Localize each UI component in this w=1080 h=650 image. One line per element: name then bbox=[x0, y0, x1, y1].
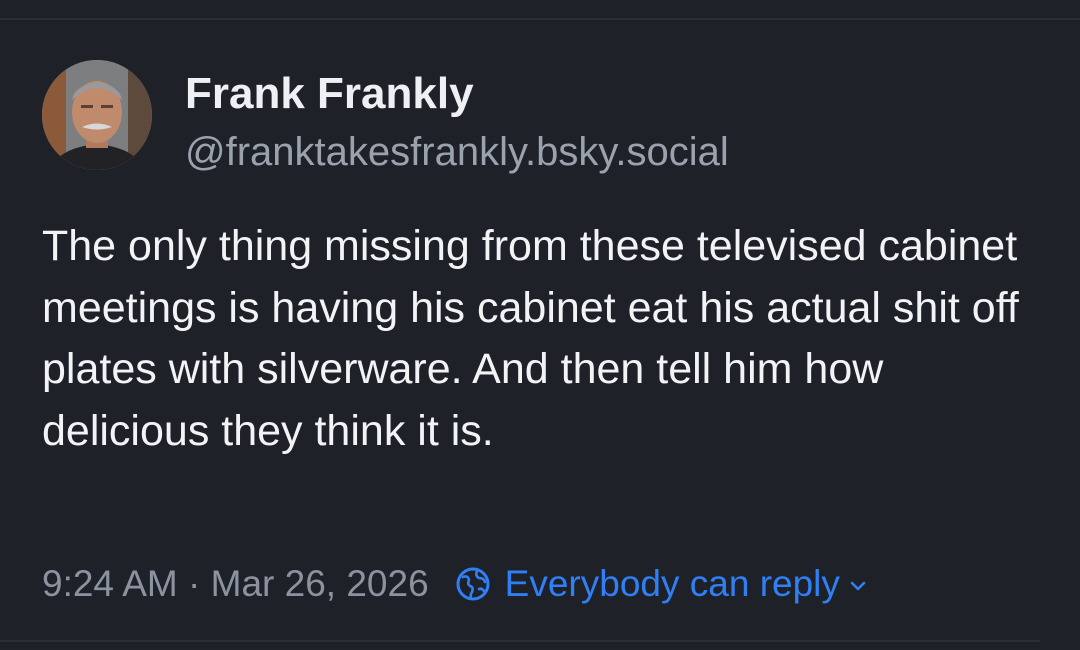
author-display-name[interactable]: Frank Frankly bbox=[185, 66, 474, 122]
author-handle[interactable]: @franktakesfrankly.bsky.social bbox=[185, 125, 729, 179]
person-photo-avatar bbox=[42, 60, 152, 170]
top-divider bbox=[0, 18, 1080, 20]
post-meta-row: 9:24 AM · Mar 26, 2026 Everybody can rep… bbox=[42, 556, 868, 612]
author-avatar[interactable] bbox=[42, 60, 152, 170]
bottom-divider bbox=[0, 640, 1040, 642]
post-timestamp: 9:24 AM · Mar 26, 2026 bbox=[42, 563, 429, 604]
reply-setting-button[interactable]: Everybody can reply bbox=[455, 563, 868, 605]
chevron-down-icon bbox=[850, 581, 866, 591]
reply-setting-label: Everybody can reply bbox=[504, 563, 840, 604]
globe-icon bbox=[456, 567, 490, 601]
post-text: The only thing missing from these televi… bbox=[42, 222, 1019, 455]
